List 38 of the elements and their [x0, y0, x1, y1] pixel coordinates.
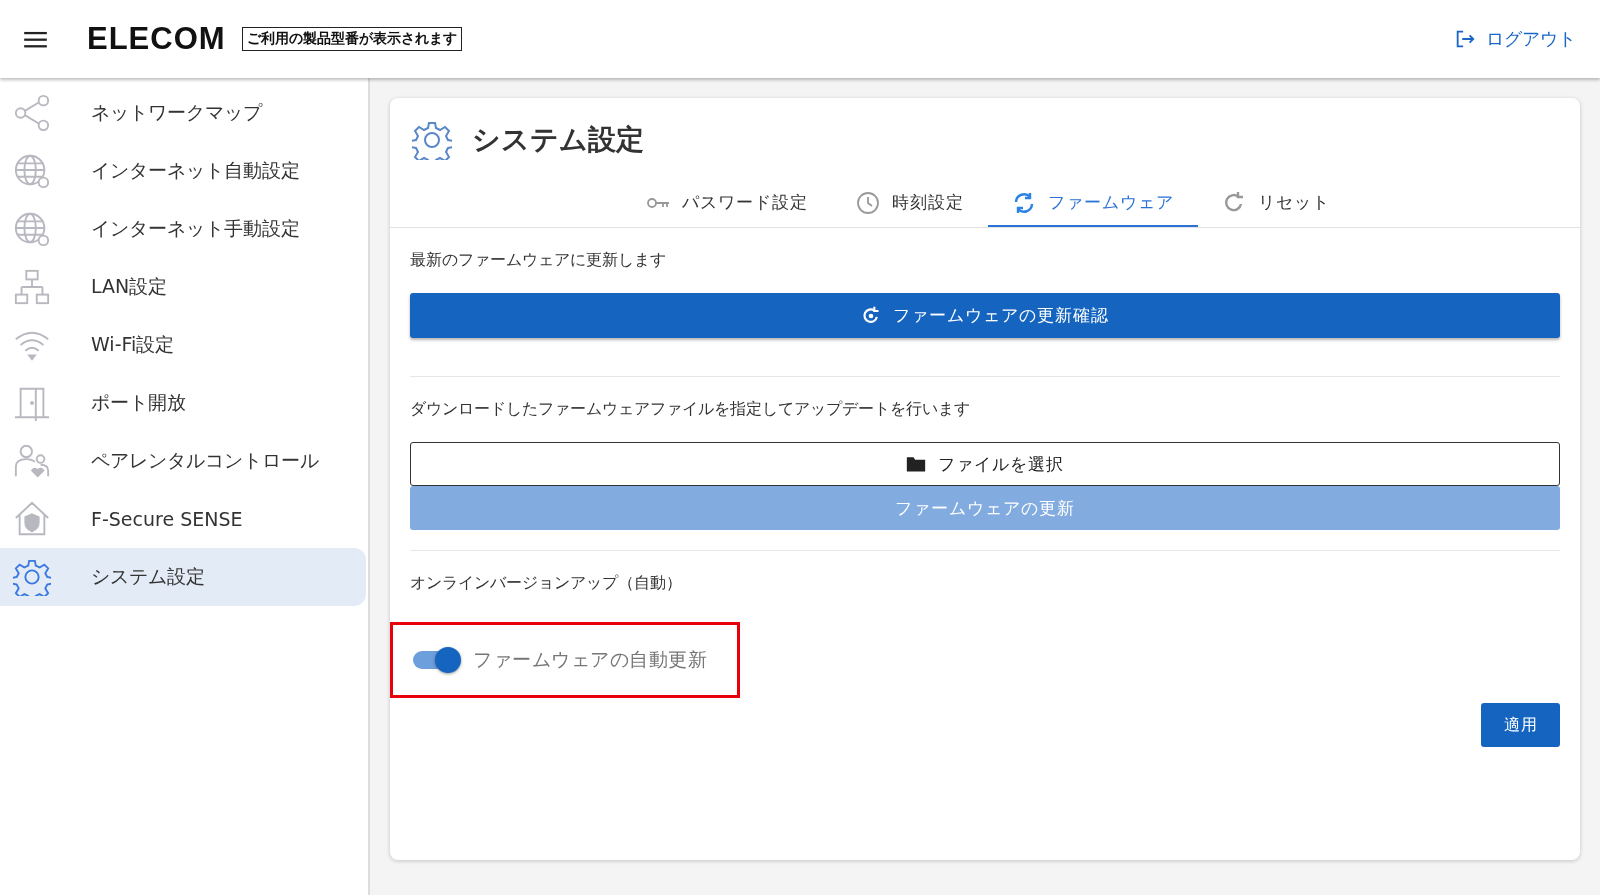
tab[interactable]: 時刻設定	[832, 180, 988, 227]
sidebar-item[interactable]: LAN設定	[0, 258, 366, 316]
toggle-label: ファームウェアの自動更新	[473, 647, 707, 672]
sidebar-item[interactable]: Wi-Fi設定	[0, 316, 366, 374]
sidebar-item[interactable]: F-Secure SENSE	[0, 490, 366, 548]
logo: ELECOM	[87, 21, 226, 57]
sidebar-item[interactable]: インターネット手動設定	[0, 200, 366, 258]
globe-icon	[13, 152, 51, 190]
sidebar-item[interactable]: インターネット自動設定	[0, 142, 366, 200]
sidebar-item[interactable]: ネットワークマップ	[0, 84, 366, 142]
logout-link[interactable]: ログアウト	[1454, 27, 1576, 51]
tab[interactable]: ファームウェア	[988, 180, 1198, 227]
refresh-icon	[1012, 190, 1036, 215]
menu-icon[interactable]	[24, 30, 47, 48]
sidebar-item[interactable]: システム設定	[0, 548, 366, 606]
sidebar-item[interactable]: ペアレンタルコントロール	[0, 432, 366, 490]
check-update-button[interactable]: ファームウェアの更新確認	[410, 293, 1560, 338]
model-label: ご利用の製品型番が表示されます	[241, 27, 462, 51]
share-icon	[13, 94, 51, 132]
section-description: 最新のファームウェアに更新します	[410, 250, 667, 271]
network-icon	[13, 268, 51, 306]
settings-icon	[412, 120, 452, 160]
family-icon	[13, 442, 51, 480]
apply-button[interactable]: 適用	[1481, 703, 1560, 747]
logout-icon	[1454, 28, 1476, 50]
house-shield-icon	[13, 500, 51, 538]
tab[interactable]: リセット	[1198, 180, 1354, 227]
section-description: オンラインバージョンアップ（自動）	[410, 573, 683, 594]
tab[interactable]: パスワード設定	[622, 180, 832, 227]
clock-icon	[856, 190, 880, 215]
page-title: システム設定	[472, 122, 644, 158]
folder-icon	[906, 454, 926, 474]
choose-file-button[interactable]: ファイルを選択	[410, 442, 1560, 486]
globe-icon	[13, 210, 51, 248]
settings-icon	[13, 558, 51, 596]
sidebar-item[interactable]: ポート開放	[0, 374, 366, 432]
refresh-icon	[861, 305, 881, 326]
section-description: ダウンロードしたファームウェアファイルを指定してアップデートを行います	[410, 399, 971, 420]
